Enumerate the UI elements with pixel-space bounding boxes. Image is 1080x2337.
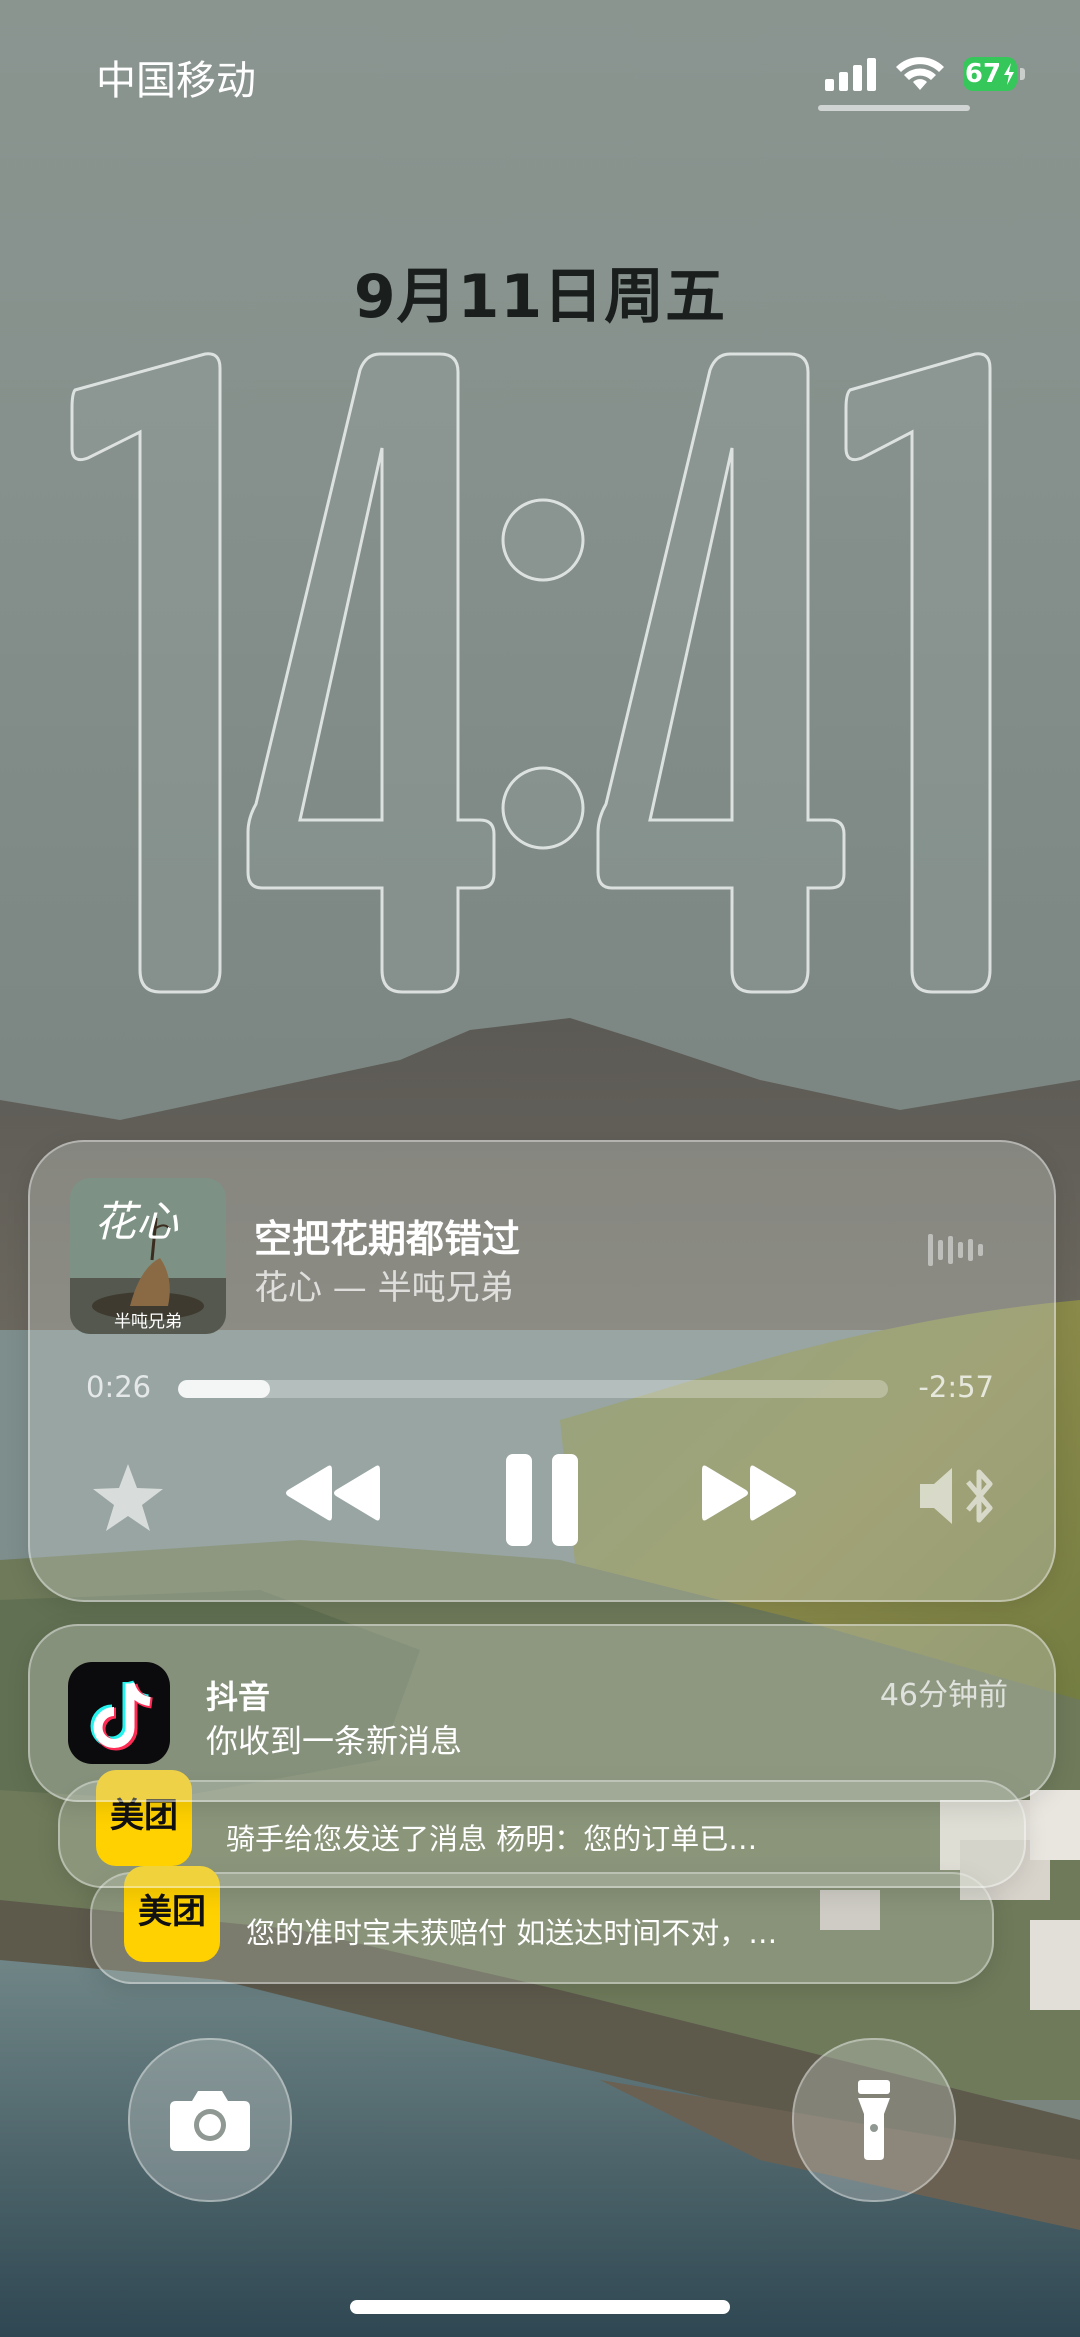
song-title: 空把花期都错过 (254, 1217, 521, 1261)
album-art-title: 花心 (94, 1197, 179, 1246)
star-icon[interactable] (90, 1462, 166, 1534)
notification-text: 您的准时宝未获赔付 如送达时间不对，… (246, 1916, 778, 1950)
charging-bolt-icon (1004, 63, 1015, 85)
rewind-icon[interactable] (282, 1462, 382, 1524)
notification-text: 骑手给您发送了消息 杨明：您的订单已… (226, 1822, 758, 1856)
audio-output-icon[interactable] (916, 1462, 1000, 1530)
douyin-icon (68, 1662, 170, 1764)
home-indicator[interactable] (350, 2300, 730, 2314)
clock-minutes: 41 (0, 320, 20, 324)
progress-bar[interactable] (178, 1380, 888, 1398)
camera-icon (170, 2091, 250, 2151)
wifi-icon (896, 57, 944, 90)
progress-fill (178, 1380, 271, 1398)
notification-app-name: 抖音 (206, 1678, 271, 1716)
notification-douyin[interactable]: 抖音 你收到一条新消息 46分钟前 (28, 1624, 1056, 1802)
clock-hours: 14 (0, 320, 20, 324)
camera-button[interactable] (128, 2038, 292, 2202)
album-art-caption: 半吨兄弟 (114, 1312, 182, 1332)
notification-time: 46分钟前 (879, 1678, 1008, 1713)
album-art[interactable]: 花心 半吨兄弟 (70, 1178, 226, 1334)
lock-clock: 14 41 (0, 320, 992, 994)
battery-indicator: 67 (963, 57, 1025, 91)
carrier-label: 中国移动 (96, 58, 256, 104)
flashlight-button[interactable] (792, 2038, 956, 2202)
now-playing-widget[interactable]: 花心 半吨兄弟 空把花期都错过 花心 — 半吨兄弟 0:26 -2:57 (28, 1140, 1056, 1602)
fast-forward-icon[interactable] (700, 1462, 800, 1524)
battery-percent: 67 (964, 59, 1002, 89)
notification-message: 你收到一条新消息 (206, 1722, 463, 1760)
pause-icon[interactable] (504, 1452, 580, 1548)
notification-meituan-2[interactable]: 美团 您的准时宝未获赔付 如送达时间不对，… (90, 1866, 994, 1984)
waveform-icon (928, 1234, 983, 1266)
signal-icon (825, 58, 876, 91)
meituan-icon-label: 美团 (138, 1892, 206, 1932)
remaining-time: -2:57 (918, 1370, 994, 1404)
status-underline (818, 105, 970, 111)
song-artist-album: 花心 — 半吨兄弟 (254, 1268, 514, 1308)
status-icons: 67 (825, 50, 1025, 98)
flashlight-icon (858, 2080, 890, 2160)
elapsed-time: 0:26 (86, 1370, 152, 1404)
